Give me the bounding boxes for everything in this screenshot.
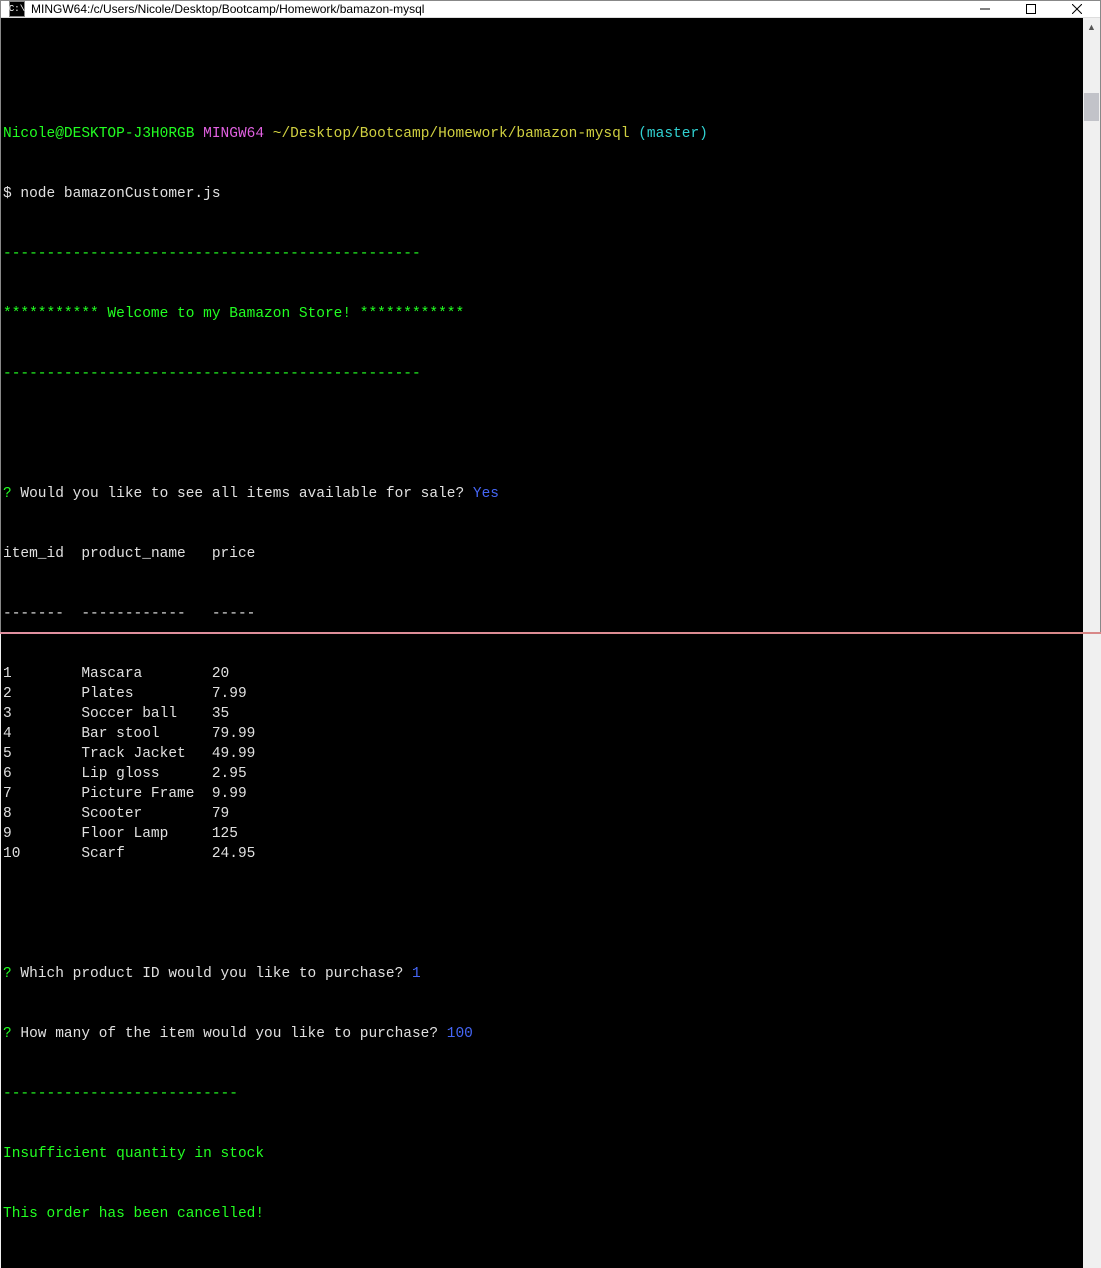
- titlebar[interactable]: C:\ MINGW64:/c/Users/Nicole/Desktop/Boot…: [1, 1, 1100, 18]
- close-button[interactable]: [1054, 1, 1100, 17]
- prompt-user: Nicole@DESKTOP-J3H0RGB: [3, 126, 194, 142]
- prompt-branch: (master): [638, 126, 708, 142]
- question-answer: Yes: [473, 486, 499, 502]
- question-text: Which product ID would you like to purch…: [12, 966, 412, 982]
- result-sep-bottom: ---------------------------: [3, 1264, 1081, 1268]
- welcome-banner: *********** Welcome to my Bamazon Store!…: [3, 304, 1081, 324]
- prompt-line: Nicole@DESKTOP-J3H0RGB MINGW64 ~/Desktop…: [3, 124, 1081, 144]
- question-answer: 1: [412, 966, 421, 982]
- question-marker: ?: [3, 966, 12, 982]
- prompt-env: MINGW64: [203, 126, 264, 142]
- question-answer: 100: [447, 1026, 473, 1042]
- result-line-2: This order has been cancelled!: [3, 1204, 1081, 1224]
- prompt-symbol: $: [3, 186, 12, 202]
- question-1: ? Would you like to see all items availa…: [3, 484, 1081, 504]
- result-line-1: Insufficient quantity in stock: [3, 1144, 1081, 1164]
- table-row: 2 Plates 7.99: [3, 684, 1081, 704]
- terminal-output[interactable]: Nicole@DESKTOP-J3H0RGB MINGW64 ~/Desktop…: [1, 18, 1083, 1268]
- app-icon: C:\: [9, 1, 25, 17]
- table-row: 9 Floor Lamp 125: [3, 824, 1081, 844]
- vertical-scrollbar[interactable]: ▲ ▼: [1083, 18, 1100, 1268]
- question-text: Would you like to see all items availabl…: [12, 486, 473, 502]
- command-text: node bamazonCustomer.js: [20, 186, 220, 202]
- table-header: item_id product_name price: [3, 544, 1081, 564]
- question-2: ? Which product ID would you like to pur…: [3, 964, 1081, 984]
- col-price: price: [212, 546, 256, 562]
- table-body: 1 Mascara 202 Plates 7.993 Soccer ball 3…: [3, 664, 1081, 864]
- table-separator: ------- ------------ -----: [3, 604, 1081, 624]
- window-title: MINGW64:/c/Users/Nicole/Desktop/Bootcamp…: [31, 2, 962, 16]
- table-row: 1 Mascara 20: [3, 664, 1081, 684]
- scroll-thumb[interactable]: [1084, 93, 1099, 121]
- table-row: 10 Scarf 24.95: [3, 844, 1081, 864]
- table-row: 3 Soccer ball 35: [3, 704, 1081, 724]
- table-row: 5 Track Jacket 49.99: [3, 744, 1081, 764]
- window-controls: [962, 1, 1100, 17]
- prompt-path: ~/Desktop/Bootcamp/Homework/bamazon-mysq…: [273, 126, 630, 142]
- maximize-button[interactable]: [1008, 1, 1054, 17]
- col-id: item_id: [3, 546, 81, 562]
- table-row: 4 Bar stool 79.99: [3, 724, 1081, 744]
- question-marker: ?: [3, 486, 12, 502]
- terminal-window: C:\ MINGW64:/c/Users/Nicole/Desktop/Boot…: [0, 0, 1101, 634]
- col-name: product_name: [81, 546, 212, 562]
- terminal-wrap: Nicole@DESKTOP-J3H0RGB MINGW64 ~/Desktop…: [1, 18, 1100, 1268]
- minimize-button[interactable]: [962, 1, 1008, 17]
- scroll-up-arrow[interactable]: ▲: [1083, 18, 1100, 35]
- welcome-sep-top: ----------------------------------------…: [3, 244, 1081, 264]
- table-row: 8 Scooter 79: [3, 804, 1081, 824]
- result-sep-top: ---------------------------: [3, 1084, 1081, 1104]
- table-row: 6 Lip gloss 2.95: [3, 764, 1081, 784]
- table-row: 7 Picture Frame 9.99: [3, 784, 1081, 804]
- question-3: ? How many of the item would you like to…: [3, 1024, 1081, 1044]
- command-line: $ node bamazonCustomer.js: [3, 184, 1081, 204]
- question-text: How many of the item would you like to p…: [12, 1026, 447, 1042]
- question-marker: ?: [3, 1026, 12, 1042]
- welcome-sep-bottom: ----------------------------------------…: [3, 364, 1081, 384]
